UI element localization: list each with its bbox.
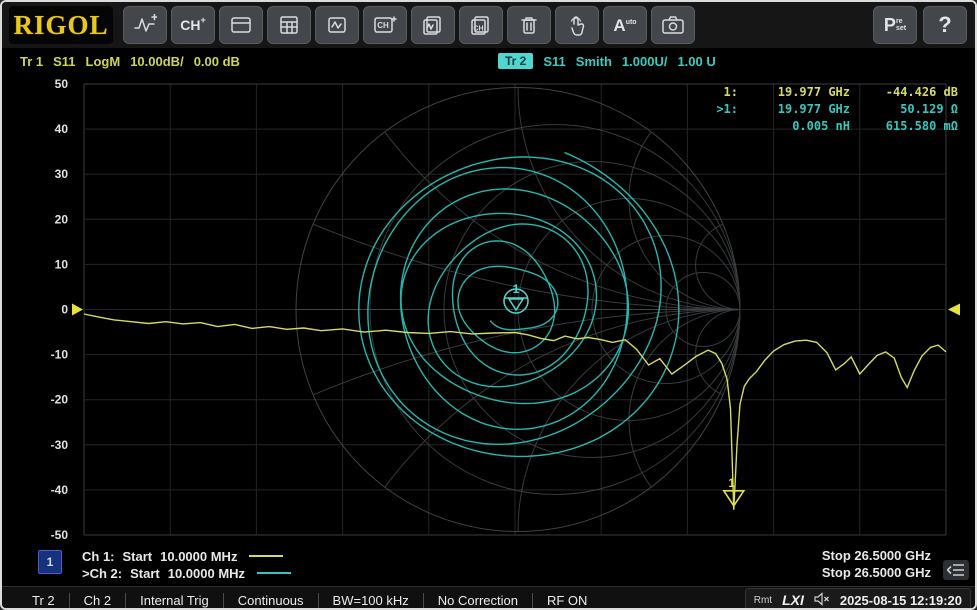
channel1-label: Ch 1: bbox=[82, 549, 115, 564]
ref-level-indicator-left[interactable] bbox=[72, 304, 83, 316]
channel2-start-value: 10.0000 MHz bbox=[168, 566, 245, 581]
svg-text:-40: -40 bbox=[51, 483, 69, 497]
marker-stimulus: 19.977 GHz bbox=[738, 101, 850, 118]
y-axis-labels: 50 40 30 20 10 0 -10 -20 -30 -40 -50 bbox=[51, 77, 69, 542]
channel2-stop-value: 26.5000 GHz bbox=[854, 565, 931, 580]
svg-text:10: 10 bbox=[55, 257, 69, 271]
channel-info: 1 Ch 1: Start 10.0000 MHz >Ch 2: Start 1… bbox=[2, 546, 975, 584]
svg-text:-20: -20 bbox=[51, 393, 69, 407]
marker-value: -44.426 dB bbox=[850, 84, 958, 101]
vna-screen: RIGOL CH+CHCHAuto Preset? Tr 1 S11 LogM … bbox=[0, 0, 977, 610]
marker-label: 1: bbox=[700, 84, 738, 101]
marker-value: 50.129 Ω bbox=[850, 101, 958, 118]
status-segment-rf-on[interactable]: RF ON bbox=[533, 593, 601, 608]
svg-text:20: 20 bbox=[55, 212, 69, 226]
marker-value: 615.580 mΩ bbox=[850, 118, 958, 135]
svg-text:1: 1 bbox=[728, 476, 735, 490]
svg-text:40: 40 bbox=[55, 122, 69, 136]
channel2-stop[interactable]: Stop 26.5000 GHz bbox=[822, 565, 931, 581]
channel1-stop[interactable]: Stop 26.5000 GHz bbox=[822, 548, 931, 564]
lxi-indicator: LXI bbox=[782, 592, 804, 608]
svg-text:-10: -10 bbox=[51, 348, 69, 362]
marker-label bbox=[700, 118, 738, 135]
svg-text:-50: -50 bbox=[51, 528, 69, 542]
datetime: 2025-08-15 12:19:20 bbox=[840, 593, 962, 608]
status-segment-tr-2[interactable]: Tr 2 bbox=[18, 593, 70, 608]
status-segment-internal-trig[interactable]: Internal Trig bbox=[126, 593, 224, 608]
channel1-stop-param: Stop bbox=[822, 548, 851, 563]
svg-text:1: 1 bbox=[513, 282, 520, 296]
marker-label: >1: bbox=[700, 101, 738, 118]
trace2-color-swatch bbox=[257, 572, 291, 574]
channel2-label: >Ch 2: bbox=[82, 566, 122, 581]
status-segment-no-correction[interactable]: No Correction bbox=[424, 593, 533, 608]
remote-indicator: Rmt bbox=[754, 595, 772, 606]
marker-stimulus: 19.977 GHz bbox=[738, 84, 850, 101]
status-bar: Tr 2Ch 2Internal TrigContinuousBW=100 kH… bbox=[2, 586, 975, 610]
window-number-badge[interactable]: 1 bbox=[38, 550, 62, 574]
svg-text:-30: -30 bbox=[51, 438, 69, 452]
svg-text:50: 50 bbox=[55, 77, 69, 91]
menu-collapse-icon[interactable] bbox=[943, 560, 969, 580]
marker-readout-row: 0.005 nH 615.580 mΩ bbox=[700, 118, 960, 135]
channel2-start-param: Start bbox=[130, 566, 160, 581]
marker-stimulus: 0.005 nH bbox=[738, 118, 850, 135]
channel1-start-param: Start bbox=[123, 549, 153, 564]
channel1-start-value: 10.0000 MHz bbox=[160, 549, 237, 564]
marker1-trace2[interactable]: 1 bbox=[504, 282, 528, 313]
svg-text:30: 30 bbox=[55, 167, 69, 181]
marker-readout-row: 1: 19.977 GHz -44.426 dB bbox=[700, 84, 960, 101]
marker-readout-row: >1: 19.977 GHz 50.129 Ω bbox=[700, 101, 960, 118]
status-segment-continuous[interactable]: Continuous bbox=[224, 593, 319, 608]
status-segments: Tr 2Ch 2Internal TrigContinuousBW=100 kH… bbox=[18, 593, 601, 608]
channel1-stop-value: 26.5000 GHz bbox=[854, 548, 931, 563]
channel2-start[interactable]: >Ch 2: Start 10.0000 MHz bbox=[82, 565, 291, 581]
marker-readout: 1: 19.977 GHz -44.426 dB >1: 19.977 GHz … bbox=[700, 84, 960, 135]
trace1-color-swatch bbox=[249, 555, 283, 557]
svg-text:0: 0 bbox=[61, 303, 68, 317]
channel2-stop-param: Stop bbox=[822, 565, 851, 580]
status-segment-bw-100-khz[interactable]: BW=100 kHz bbox=[319, 593, 424, 608]
status-right: Rmt LXI 2025-08-15 12:19:20 bbox=[745, 588, 971, 610]
ref-level-indicator-right[interactable] bbox=[948, 304, 960, 316]
channel1-start[interactable]: Ch 1: Start 10.0000 MHz bbox=[82, 548, 283, 564]
speaker-muted-icon[interactable] bbox=[814, 592, 830, 609]
status-segment-ch-2[interactable]: Ch 2 bbox=[70, 593, 126, 608]
